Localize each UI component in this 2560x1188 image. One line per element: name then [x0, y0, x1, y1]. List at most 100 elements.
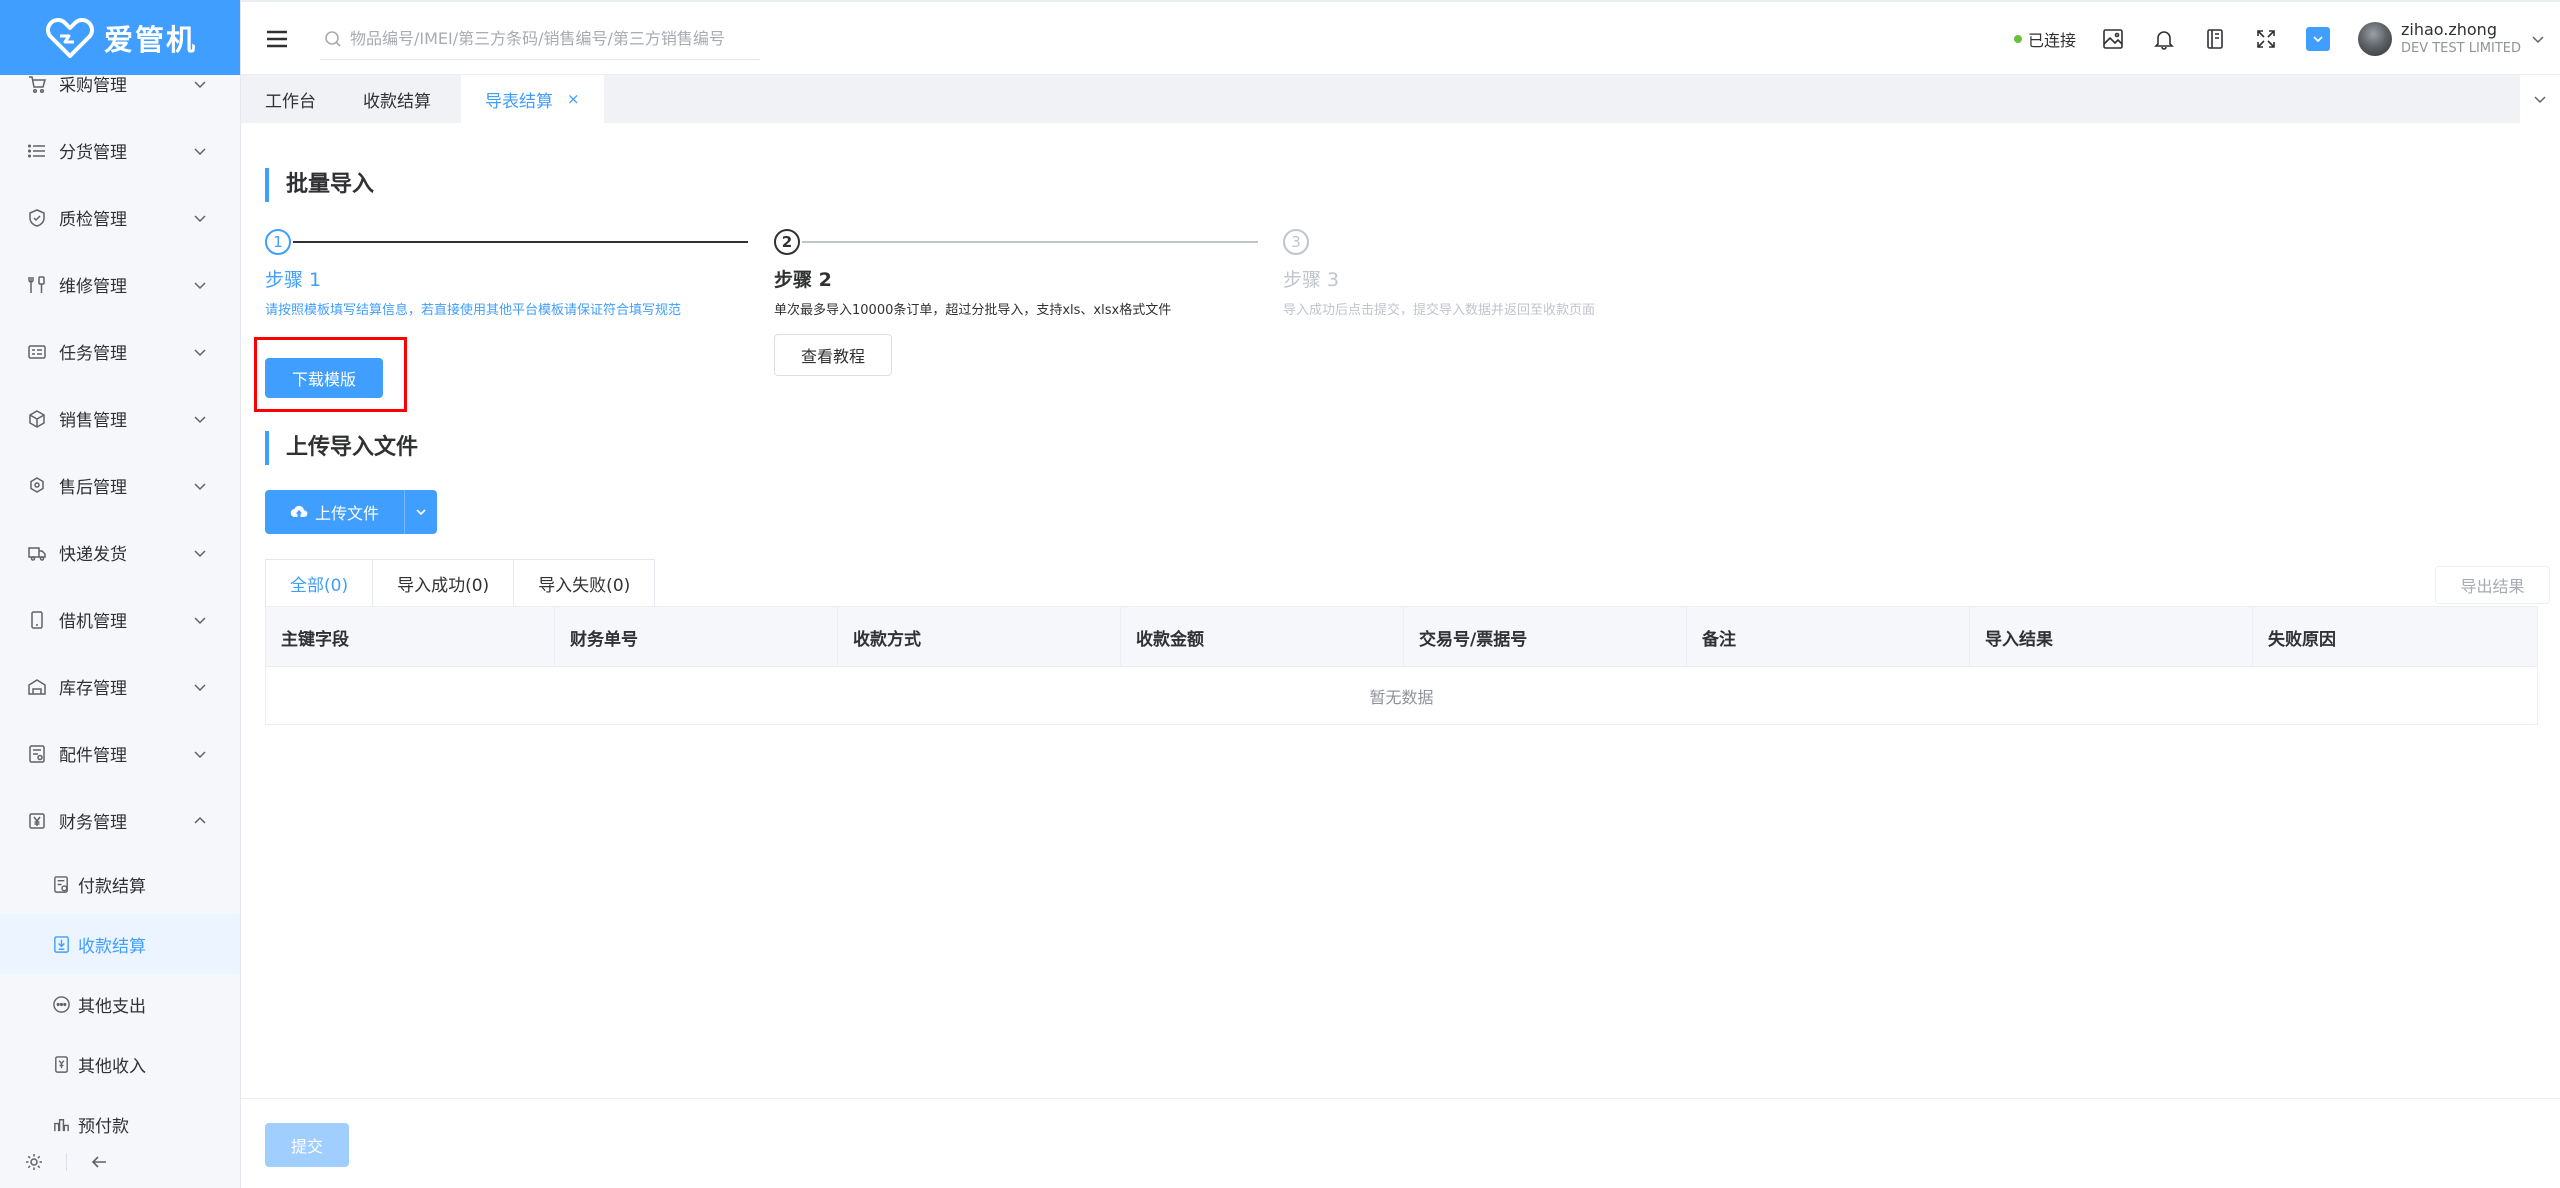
chevron-down-icon: [194, 750, 206, 758]
sidebar-item-label: 质检管理: [59, 210, 127, 230]
sidebar-item-label: 任务管理: [59, 344, 127, 364]
sidebar-item-loan[interactable]: 借机管理: [0, 586, 240, 653]
download-template-button[interactable]: 下载模版: [265, 358, 383, 398]
cloud-upload-icon: [290, 505, 308, 518]
column-header: 失败原因: [2268, 629, 2336, 650]
tab-workbench[interactable]: 工作台: [241, 75, 340, 123]
top-header: 已连接 zihao.zhong DEV TEST LIMITED: [241, 0, 2560, 75]
column-header: 收款方式: [838, 607, 1121, 667]
sidebar-item-distribution[interactable]: 分货管理: [0, 117, 240, 184]
sidebar-item-parts[interactable]: 配件管理: [0, 720, 240, 787]
sidebar-item-label: 财务管理: [59, 813, 127, 833]
shield-check-icon: [29, 208, 45, 227]
bottom-action-bar: 提交: [241, 1098, 2560, 1188]
chevron-down-icon: [2534, 96, 2546, 104]
column-header: 备注: [1687, 607, 1970, 667]
chevron-down-icon: [194, 281, 206, 289]
chevron-down-icon: [194, 549, 206, 557]
step-2-description: 单次最多导入10000条订单，超过分批导入，支持xls、xlsx格式文件: [774, 303, 1172, 318]
sidebar-subitem-label: 付款结算: [78, 876, 146, 897]
tab-all[interactable]: 全部(0): [266, 560, 374, 607]
app-logo[interactable]: 爱管机: [0, 0, 240, 75]
sidebar-item-label: 库存管理: [59, 679, 127, 699]
global-search: [320, 18, 760, 60]
import-results-table: 主键字段 财务单号 收款方式 收款金额 交易号/票据号 备注 导入结果 失败原因…: [265, 606, 2538, 725]
sidebar-subitem-other-expense[interactable]: 其他支出: [0, 974, 240, 1034]
receipt-icon: [54, 935, 69, 953]
app-name: 爱管机: [103, 22, 197, 57]
sidebar-item-aftersales[interactable]: 售后管理: [0, 452, 240, 519]
sidebar-subitem-label: 预付款: [78, 1116, 129, 1137]
chevron-down-icon: [194, 214, 206, 222]
column-header: 导入结果: [1970, 607, 2253, 667]
sidebar-item-finance[interactable]: 财务管理: [0, 787, 240, 854]
sidebar-item-quality[interactable]: 质检管理: [0, 184, 240, 251]
sidebar-subitem-payment-settlement[interactable]: 付款结算: [0, 854, 240, 914]
step-3-number: 3: [1283, 229, 1309, 255]
tools-icon: [28, 275, 45, 293]
sidebar-subitem-receipt-settlement[interactable]: 收款结算: [0, 914, 240, 974]
sidebar-subitem-other-income[interactable]: 其他收入: [0, 1034, 240, 1094]
sidebar-item-shipping[interactable]: 快递发货: [0, 519, 240, 586]
task-card-icon: [28, 344, 46, 359]
chevron-down-icon: [194, 482, 206, 490]
connection-status-text: 已连接: [2027, 30, 2076, 50]
sidebar-item-inventory[interactable]: 库存管理: [0, 653, 240, 720]
section-title-upload: 上传导入文件: [265, 431, 418, 465]
main-content: 批量导入 1 步骤 1 请按照模板填写结算信息，若直接使用其他平台模板请保证符合…: [241, 123, 2560, 1098]
step-connector-2: [802, 241, 1258, 243]
view-tutorial-button[interactable]: 查看教程: [774, 334, 892, 376]
chevron-down-icon: [194, 415, 206, 423]
sidebar-menu: 采购管理 分货管理 质检管理 维修管理 任务管理 销售管理 售后管理 快递发货 …: [0, 50, 240, 1154]
search-input[interactable]: [350, 29, 750, 48]
chevron-down-icon: [2532, 35, 2544, 43]
column-header: 财务单号: [555, 607, 838, 667]
tab-label: 导表结算: [485, 91, 553, 112]
sidebar-item-sales[interactable]: 销售管理: [0, 385, 240, 452]
notebook-icon[interactable]: [2204, 28, 2226, 50]
tab-import-success[interactable]: 导入成功(0): [373, 560, 515, 607]
tab-import-settlement[interactable]: 导表结算 ×: [461, 75, 604, 123]
sidebar-footer: [0, 1136, 240, 1188]
phone-icon: [31, 610, 43, 629]
sidebar-item-label: 维修管理: [59, 277, 127, 297]
sidebar-item-repair[interactable]: 维修管理: [0, 251, 240, 318]
header-actions: 已连接 zihao.zhong DEV TEST LIMITED: [2013, 2, 2560, 75]
collapse-arrow-left-icon[interactable]: [89, 1152, 109, 1172]
hamburger-menu-icon[interactable]: [265, 28, 289, 50]
yen-icon: [29, 812, 45, 829]
chevron-down-icon: [194, 147, 206, 155]
upload-options-dropdown[interactable]: [405, 490, 437, 534]
sidebar-item-label: 快递发货: [59, 545, 127, 565]
tab-receipt-settlement[interactable]: 收款结算: [339, 75, 455, 123]
image-gallery-icon[interactable]: [2102, 28, 2124, 50]
chevron-down-icon: [194, 80, 206, 88]
upload-file-button[interactable]: 上传文件: [265, 490, 405, 534]
tab-import-failed[interactable]: 导入失败(0): [514, 560, 654, 607]
chevron-down-icon: [416, 509, 426, 516]
step-1-title: 步骤 1: [265, 269, 322, 291]
step-2-title: 步骤 2: [774, 269, 832, 291]
search-icon: [325, 30, 341, 47]
footer-divider: [66, 1153, 67, 1171]
table-header: 主键字段 财务单号 收款方式 收款金额 交易号/票据号 备注 导入结果 失败原因: [266, 607, 2537, 667]
sidebar-item-task[interactable]: 任务管理: [0, 318, 240, 385]
app-switch-button[interactable]: [2305, 26, 2330, 51]
fullscreen-icon[interactable]: [2255, 28, 2277, 50]
status-dot: [2013, 34, 2022, 43]
user-menu[interactable]: zihao.zhong DEV TEST LIMITED: [2357, 20, 2546, 58]
settings-icon[interactable]: [24, 1152, 44, 1172]
table-empty-text: 暂无数据: [1369, 687, 1434, 707]
heart-logo-icon: [46, 17, 94, 58]
export-results-button[interactable]: 导出结果: [2435, 566, 2550, 604]
ellipsis-circle-icon: [53, 995, 70, 1013]
list-icon: [27, 143, 45, 158]
bell-icon[interactable]: [2153, 28, 2175, 50]
chevron-down-icon: [194, 683, 206, 691]
parts-icon: [29, 744, 45, 763]
avatar: [2357, 21, 2392, 56]
chevron-down-icon: [194, 348, 206, 356]
tab-close-icon[interactable]: ×: [567, 90, 580, 108]
tabs-more-button[interactable]: [2520, 75, 2560, 123]
submit-button[interactable]: 提交: [265, 1123, 349, 1167]
